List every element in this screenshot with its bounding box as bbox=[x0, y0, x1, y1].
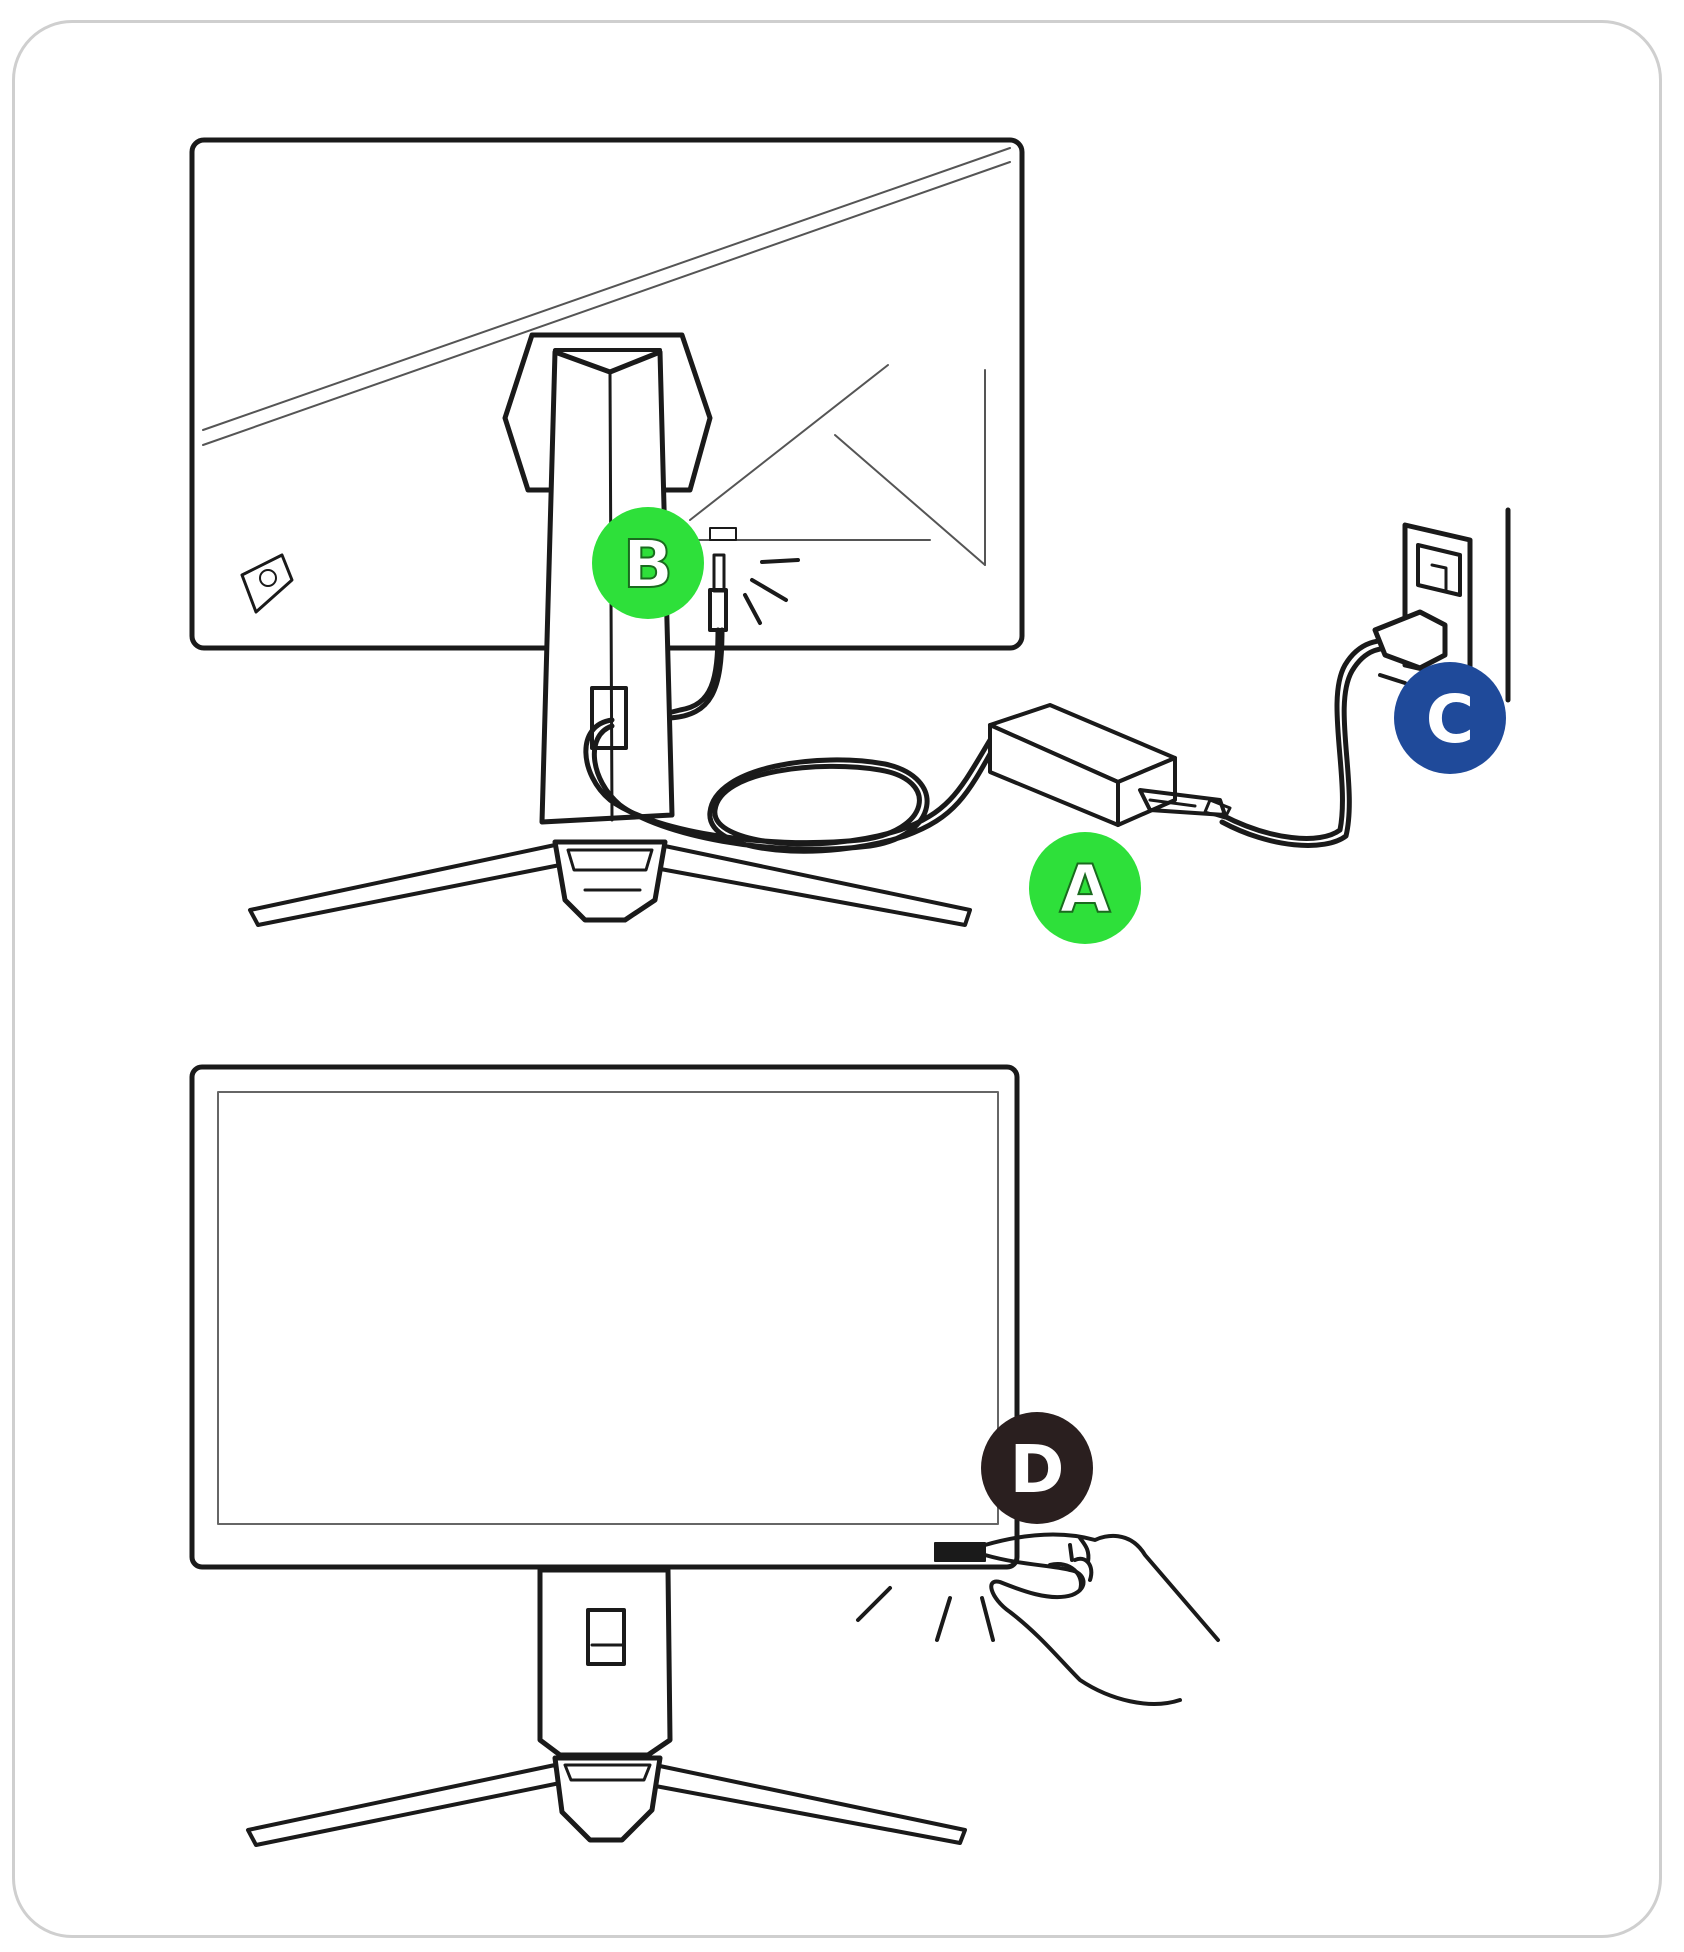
hand-icon bbox=[983, 1532, 1220, 1706]
wall-cable bbox=[1219, 637, 1398, 841]
badge-b: B bbox=[592, 507, 704, 619]
monitor-front bbox=[189, 1064, 1020, 1642]
badge-d-label: D bbox=[1010, 1431, 1065, 1508]
logo-icon bbox=[240, 553, 294, 614]
dc-plug bbox=[708, 553, 800, 632]
badge-d: D bbox=[981, 1412, 1093, 1524]
monitor-screen bbox=[217, 1091, 999, 1525]
badge-a-label: A bbox=[1059, 851, 1110, 928]
stand-front bbox=[246, 1567, 967, 1847]
power-adapter bbox=[988, 703, 1232, 827]
badge-c-label: C bbox=[1426, 681, 1474, 758]
power-button bbox=[934, 1542, 986, 1562]
setup-diagram: A B C D bbox=[189, 137, 1511, 1847]
badge-b-label: B bbox=[623, 526, 673, 603]
badge-c: C bbox=[1394, 662, 1506, 774]
monitor-front-bezel bbox=[189, 1064, 1020, 1570]
badge-a: A bbox=[1029, 832, 1141, 944]
